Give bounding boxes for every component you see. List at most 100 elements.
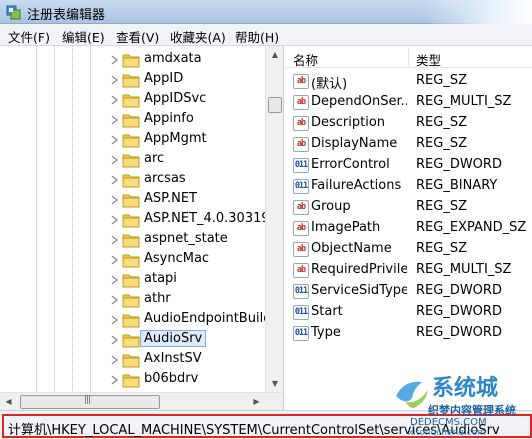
value-row[interactable]: 011 ServiceSidType REG_DWORD [285, 281, 532, 302]
tree-item-label: AppID [144, 71, 184, 86]
tree-item-label: AxInstSV [144, 351, 202, 366]
registry-key-tree[interactable]: amdxata AppID AppIDSvc Appinfo AppMgmt arc arc… [0, 46, 284, 410]
tree-horizontal-scrollbar[interactable]: ◀ ||| ▶ [0, 392, 283, 410]
value-name: DisplayName [311, 136, 398, 151]
value-row[interactable]: ab (默认) REG_SZ [285, 71, 532, 92]
expand-arrow-icon[interactable] [109, 375, 119, 385]
registry-values-list[interactable]: 名称 类型 ab (默认) REG_SZ ab DependOnSer... REG_MU… [285, 46, 532, 410]
value-row[interactable]: ab Group REG_SZ [285, 197, 532, 218]
binary-value-icon: 011 [293, 179, 309, 194]
expand-arrow-icon[interactable] [109, 75, 119, 85]
tree-item[interactable]: arcsas [0, 170, 266, 190]
expand-arrow-icon[interactable] [109, 155, 119, 165]
value-type: REG_MULTI_SZ [416, 262, 512, 277]
title-bar[interactable]: 注册表编辑器 [0, 0, 532, 24]
tree-item-label: ASP.NET_4.0.30319 [144, 211, 270, 226]
folder-icon [122, 274, 140, 288]
menu-view[interactable]: 查看(V) [116, 27, 159, 46]
expand-arrow-icon[interactable] [109, 315, 119, 325]
expand-arrow-icon[interactable] [109, 235, 119, 245]
string-value-icon: ab [293, 95, 309, 110]
string-value-icon: ab [293, 200, 309, 215]
folder-icon [122, 374, 140, 388]
folder-icon [122, 354, 140, 368]
tree-item-label: arcsas [144, 171, 186, 186]
tree-item-label: Appinfo [144, 111, 194, 126]
tree-item[interactable]: ASP.NET [0, 190, 266, 210]
tree-item[interactable]: atapi [0, 270, 266, 290]
value-row[interactable]: ab ImagePath REG_EXPAND_SZ [285, 218, 532, 239]
value-name: ErrorControl [311, 157, 390, 172]
tree-item[interactable]: AxInstSV [0, 350, 266, 370]
tree-item[interactable]: AppID [0, 70, 266, 90]
menu-edit[interactable]: 编辑(E) [62, 27, 105, 46]
tree-item-label: arc [144, 151, 165, 166]
value-name: Group [311, 199, 351, 214]
tree-item[interactable]: AsyncMac [0, 250, 266, 270]
expand-arrow-icon[interactable] [109, 295, 119, 305]
scroll-left-arrow-icon[interactable]: ◀ [0, 393, 17, 410]
expand-arrow-icon[interactable] [109, 335, 119, 345]
expand-arrow-icon[interactable] [109, 175, 119, 185]
value-type: REG_MULTI_SZ [416, 94, 512, 109]
menu-bar: 文件(F) 编辑(E) 查看(V) 收藏夹(A) 帮助(H) [0, 24, 532, 46]
expand-arrow-icon[interactable] [109, 55, 119, 65]
tree-scroll-thumb[interactable] [268, 97, 282, 113]
tree-item-label: amdxata [144, 51, 202, 66]
value-row[interactable]: ab DisplayName REG_SZ [285, 134, 532, 155]
folder-icon [122, 54, 140, 68]
value-row[interactable]: 011 ErrorControl REG_DWORD [285, 155, 532, 176]
expand-arrow-icon[interactable] [109, 95, 119, 105]
menu-favorites[interactable]: 收藏夹(A) [170, 27, 226, 46]
expand-arrow-icon[interactable] [109, 215, 119, 225]
value-name: Type [311, 325, 341, 340]
string-value-icon: ab [293, 221, 309, 236]
tree-item[interactable]: aspnet_state [0, 230, 266, 250]
column-header-name[interactable]: 名称 [293, 50, 318, 69]
value-name: Description [311, 115, 386, 130]
value-row[interactable]: ab DependOnSer... REG_MULTI_SZ [285, 92, 532, 113]
value-name: Start [311, 304, 343, 319]
value-type: REG_DWORD [416, 157, 502, 172]
expand-arrow-icon[interactable] [109, 135, 119, 145]
expand-arrow-icon[interactable] [109, 255, 119, 265]
value-row[interactable]: abRequiredPrivile... REG_MULTI_SZ [285, 260, 532, 281]
column-header-type[interactable]: 类型 [416, 50, 441, 69]
regedit-app-icon [6, 5, 21, 20]
value-row[interactable]: 011 Start REG_DWORD [285, 302, 532, 323]
menu-file[interactable]: 文件(F) [8, 27, 50, 46]
expand-arrow-icon[interactable] [109, 275, 119, 285]
tree-vertical-scrollbar[interactable]: ▲ ▼ [265, 46, 283, 392]
scroll-down-arrow-icon[interactable]: ▼ [266, 375, 283, 392]
value-row[interactable]: ab ObjectName REG_SZ [285, 239, 532, 260]
tree-item[interactable]: AudioSrv [0, 330, 266, 350]
scroll-right-arrow-icon[interactable]: ▶ [248, 393, 265, 410]
value-row[interactable]: ab Description REG_SZ [285, 113, 532, 134]
scroll-up-arrow-icon[interactable]: ▲ [266, 46, 283, 63]
tree-item[interactable]: ASP.NET_4.0.30319 [0, 210, 270, 230]
status-path-highlight: 计算机\HKEY_LOCAL_MACHINE\SYSTEM\CurrentCon… [2, 414, 532, 438]
value-row[interactable]: 011 FailureActions REG_BINARY [285, 176, 532, 197]
tree-item[interactable]: arc [0, 150, 266, 170]
value-row[interactable]: 011 Type REG_DWORD [285, 323, 532, 344]
tree-item[interactable]: athr [0, 290, 266, 310]
value-name: DependOnSer... [311, 94, 407, 109]
expand-arrow-icon[interactable] [109, 195, 119, 205]
tree-item-label: ASP.NET [144, 191, 197, 206]
binary-value-icon: 011 [293, 305, 309, 320]
tree-item-label: AppMgmt [144, 131, 207, 146]
tree-item[interactable]: b06bdrv [0, 370, 266, 390]
expand-arrow-icon[interactable] [109, 355, 119, 365]
tree-item[interactable]: amdxata [0, 50, 266, 70]
column-divider[interactable] [408, 48, 409, 66]
menu-help[interactable]: 帮助(H) [235, 27, 279, 46]
tree-item[interactable]: AppIDSvc [0, 90, 266, 110]
string-value-icon: ab [293, 74, 309, 89]
tree-item[interactable]: AppMgmt [0, 130, 266, 150]
expand-arrow-icon[interactable] [109, 115, 119, 125]
value-name: ServiceSidType [311, 283, 407, 298]
tree-item[interactable]: AudioEndpointBuilde [0, 310, 279, 330]
tree-item-label: AudioSrv [140, 330, 207, 347]
tree-item-label: AsyncMac [144, 251, 210, 266]
tree-item[interactable]: Appinfo [0, 110, 266, 130]
